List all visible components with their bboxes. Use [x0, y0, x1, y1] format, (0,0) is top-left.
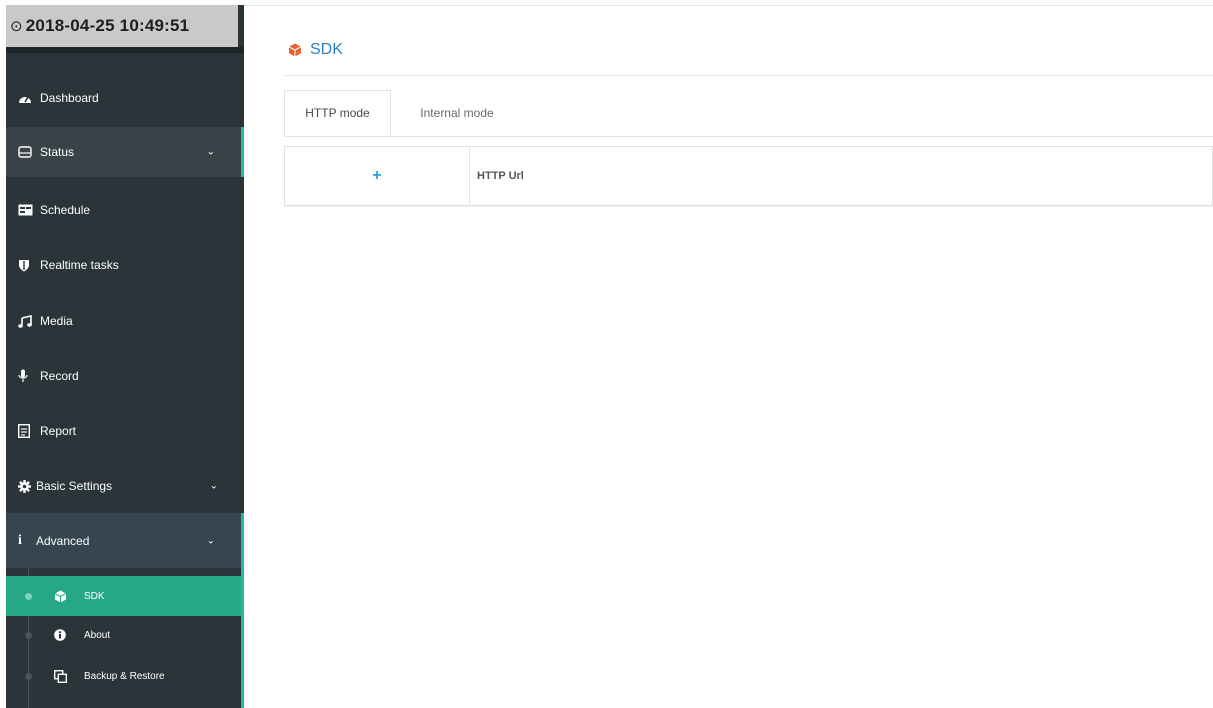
column-header-http-url: HTTP Url	[477, 170, 524, 182]
sidebar: ⊙ 2018-04-25 10:49:51 Dashboard Status ⌄…	[6, 5, 244, 708]
sidebar-item-label: Media	[40, 314, 73, 328]
dashboard-icon	[18, 92, 40, 104]
divider	[244, 5, 1213, 6]
sidebar-item-report[interactable]: Report	[6, 406, 244, 456]
cube-icon	[288, 43, 302, 57]
status-icon	[18, 146, 40, 158]
datetime-display: ⊙ 2018-04-25 10:49:51	[6, 5, 238, 47]
sidebar-item-label: Basic Settings	[36, 479, 113, 493]
sidebar-item-dashboard[interactable]: Dashboard	[6, 73, 244, 123]
report-icon	[18, 424, 40, 438]
copy-icon	[54, 669, 84, 683]
sidebar-item-label: Schedule	[40, 203, 91, 217]
page-title-text: SDK	[310, 41, 343, 58]
http-url-table: + HTTP Url	[284, 146, 1213, 206]
page-title: SDK	[288, 41, 343, 59]
sidebar-item-realtime-tasks[interactable]: Realtime tasks	[6, 240, 244, 290]
sidebar-item-schedule[interactable]: Schedule	[6, 185, 244, 235]
info-circle-icon	[54, 629, 84, 641]
mode-tabs: HTTP mode Internal mode	[284, 90, 1213, 137]
sidebar-subitem-label: About	[84, 629, 111, 641]
sidebar-item-media[interactable]: Media	[6, 296, 244, 346]
chevron-down-icon: ⌄	[209, 480, 218, 492]
bullet-dot	[25, 673, 32, 680]
sidebar-subitem-sdk[interactable]: SDK	[6, 576, 241, 616]
add-url-button[interactable]: +	[285, 147, 470, 205]
chevron-down-icon: ⌄	[206, 535, 215, 546]
music-icon	[18, 314, 40, 328]
sidebar-item-label: Advanced	[36, 533, 90, 548]
sidebar-subitem-label: Backup & Restore	[84, 670, 165, 682]
bullet-dot	[25, 593, 32, 600]
microphone-icon	[18, 369, 40, 383]
advanced-submenu: SDK About Backup & Restore	[6, 568, 244, 708]
chevron-down-icon: ⌄	[206, 146, 215, 158]
schedule-icon	[18, 204, 40, 216]
clock-icon: ⊙	[10, 18, 23, 35]
sidebar-item-label: Report	[40, 424, 77, 438]
sidebar-subitem-about[interactable]: About	[6, 615, 241, 655]
sidebar-item-label: Realtime tasks	[40, 258, 119, 272]
shield-icon	[18, 259, 40, 272]
divider	[6, 47, 244, 53]
sidebar-subitem-label: SDK	[84, 590, 105, 602]
tab-http-mode[interactable]: HTTP mode	[284, 90, 391, 136]
sidebar-item-label: Record	[40, 369, 79, 383]
sidebar-item-label: Status	[40, 145, 75, 159]
divider	[284, 75, 1213, 76]
sidebar-item-advanced[interactable]: i Advanced ⌄	[6, 513, 244, 568]
main-content: SDK HTTP mode Internal mode + HTTP Url	[244, 5, 1213, 708]
sidebar-item-label: Dashboard	[40, 91, 99, 105]
bullet-dot	[25, 632, 32, 639]
tab-internal-mode[interactable]: Internal mode	[397, 90, 517, 136]
sidebar-item-record[interactable]: Record	[6, 351, 244, 401]
info-icon: i	[18, 532, 22, 548]
sidebar-item-basic-settings[interactable]: Basic Settings ⌄	[6, 461, 244, 511]
sidebar-subitem-backup-restore[interactable]: Backup & Restore	[6, 656, 241, 696]
datetime-text: 2018-04-25 10:49:51	[25, 16, 190, 35]
sidebar-item-status[interactable]: Status ⌄	[6, 127, 244, 177]
gear-icon	[18, 479, 36, 493]
cube-icon	[54, 590, 84, 603]
